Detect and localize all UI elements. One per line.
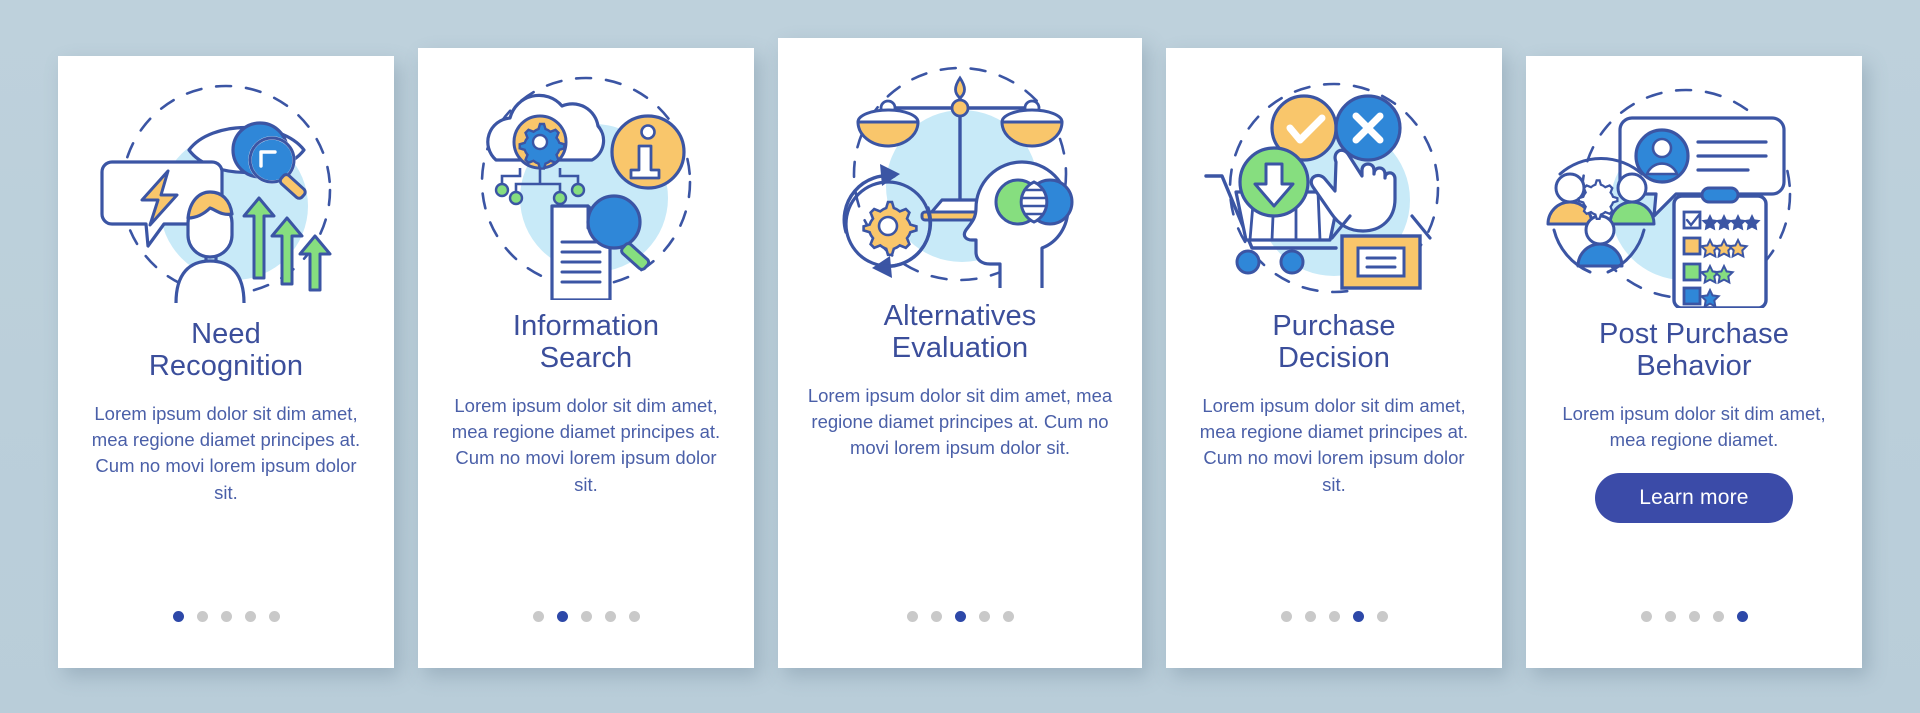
pagination-dot-1[interactable]: [1280, 611, 1292, 622]
pagination-dot-4[interactable]: [978, 611, 990, 622]
pagination-dots[interactable]: [532, 611, 640, 622]
card-body-wrap: Lorem ipsum dolor sit dim amet, mea regi…: [1166, 393, 1502, 498]
page-title: Need Recognition: [148, 318, 304, 383]
pagination-dot-4[interactable]: [1352, 611, 1364, 622]
card-title-wrap: Need Recognition: [135, 318, 317, 383]
onboarding-card-need-recognition[interactable]: Need Recognition Lorem ipsum dolor sit di…: [58, 56, 394, 668]
pagination-dot-5[interactable]: [628, 611, 640, 622]
pagination-dot-1[interactable]: [532, 611, 544, 622]
learn-more-button-wrap: Learn more: [1595, 473, 1793, 524]
page-title: Information Search: [512, 310, 660, 375]
shopping-cart-check-cross-box-icon: [1184, 70, 1484, 300]
onboarding-card-post-purchase-behavior[interactable]: Post Purchase Behavior Lorem ipsum dolor …: [1526, 56, 1862, 668]
pagination-dot-3[interactable]: [220, 611, 232, 622]
onboarding-card-alternatives-evaluation[interactable]: Alternatives Evaluation Lorem ipsum dolor…: [778, 38, 1142, 668]
pagination-dot-2[interactable]: [196, 611, 208, 622]
users-review-clipboard-rating-icon: [1544, 78, 1844, 308]
pagination-dot-3[interactable]: [580, 611, 592, 622]
learn-more-button[interactable]: Learn more: [1595, 473, 1793, 524]
pagination-dot-4[interactable]: [604, 611, 616, 622]
card-body-wrap: Lorem ipsum dolor sit dim amet, mea regi…: [418, 393, 754, 498]
pagination-dot-5[interactable]: [1736, 611, 1748, 622]
card-title-wrap: Alternatives Evaluation: [870, 300, 1051, 365]
pagination-dot-2[interactable]: [556, 611, 568, 622]
card-body-wrap: Lorem ipsum dolor sit dim amet, mea regi…: [778, 383, 1142, 462]
eye-magnifier-person-idea-icon: [76, 78, 376, 308]
pagination-dots[interactable]: [172, 611, 280, 622]
pagination-dot-5[interactable]: [1002, 611, 1014, 622]
card-description: Lorem ipsum dolor sit dim amet, mea regi…: [451, 394, 721, 495]
card-description: Lorem ipsum dolor sit dim amet, mea regi…: [1199, 394, 1469, 495]
page-title: Alternatives Evaluation: [883, 300, 1037, 365]
onboarding-screens-stage: Need Recognition Lorem ipsum dolor sit di…: [0, 0, 1920, 713]
card-title-wrap: Information Search: [499, 310, 673, 375]
card-description: Lorem ipsum dolor sit dim amet, mea regi…: [91, 402, 361, 503]
pagination-dot-1[interactable]: [906, 611, 918, 622]
cloud-gear-info-document-search-icon: [436, 70, 736, 300]
card-body-wrap: Lorem ipsum dolor sit dim amet, mea regi…: [1526, 401, 1862, 454]
pagination-dot-2[interactable]: [1664, 611, 1676, 622]
pagination-dots[interactable]: [1280, 611, 1388, 622]
pagination-dots[interactable]: [1640, 611, 1748, 622]
onboarding-card-information-search[interactable]: Information Search Lorem ipsum dolor sit …: [418, 48, 754, 668]
pagination-dot-2[interactable]: [930, 611, 942, 622]
page-title: Post Purchase Behavior: [1599, 318, 1789, 383]
pagination-dot-1[interactable]: [172, 611, 184, 622]
pagination-dot-4[interactable]: [1712, 611, 1724, 622]
card-body-wrap: Lorem ipsum dolor sit dim amet, mea regi…: [58, 401, 394, 506]
pagination-dot-2[interactable]: [1304, 611, 1316, 622]
pagination-dot-5[interactable]: [268, 611, 280, 622]
card-description: Lorem ipsum dolor sit dim amet, mea regi…: [1562, 402, 1826, 451]
balance-scale-gear-head-icon: [810, 60, 1110, 290]
pagination-dot-3[interactable]: [1328, 611, 1340, 622]
card-title-wrap: Purchase Decision: [1258, 310, 1409, 375]
card-description: Lorem ipsum dolor sit dim amet, mea regi…: [807, 384, 1113, 459]
pagination-dot-5[interactable]: [1376, 611, 1388, 622]
pagination-dot-4[interactable]: [244, 611, 256, 622]
onboarding-card-purchase-decision[interactable]: Purchase Decision Lorem ipsum dolor sit d…: [1166, 48, 1502, 668]
pagination-dot-1[interactable]: [1640, 611, 1652, 622]
pagination-dot-3[interactable]: [954, 611, 966, 622]
card-title-wrap: Post Purchase Behavior: [1585, 318, 1803, 383]
pagination-dot-3[interactable]: [1688, 611, 1700, 622]
pagination-dots[interactable]: [906, 611, 1014, 622]
page-title: Purchase Decision: [1272, 310, 1396, 375]
